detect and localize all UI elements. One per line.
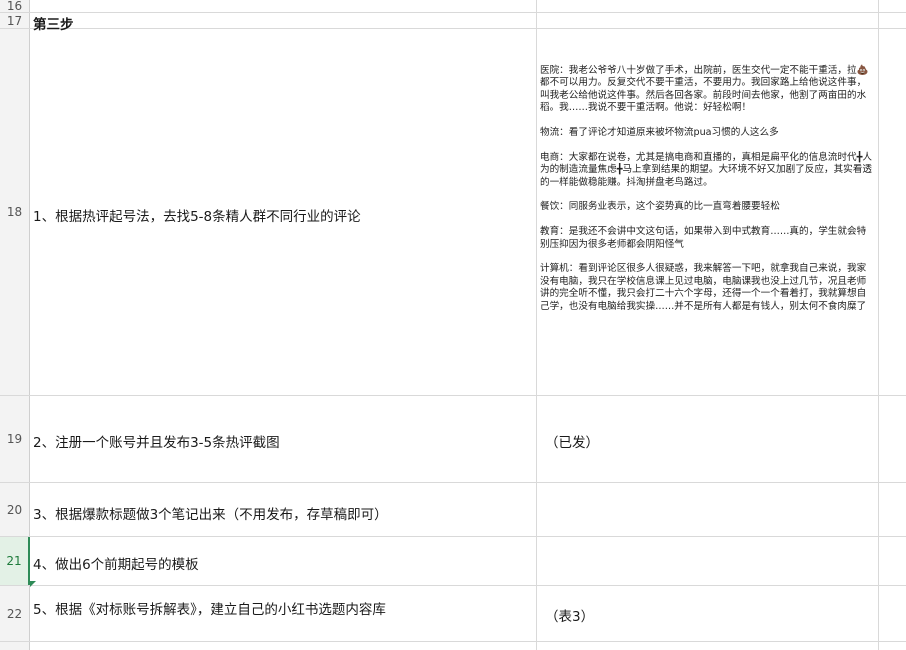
cell-b18[interactable]: 医院：我老公爷爷八十岁做了手术，出院前，医生交代一定不能干重活，拉💩都不可以用力… <box>537 29 879 395</box>
comment-computer: 计算机：看到评论区很多人很疑惑，我来解答一下吧，就拿我自己来说，我家没有电脑，我… <box>540 263 867 312</box>
cell-c17[interactable] <box>879 13 906 28</box>
cell-c22[interactable] <box>879 586 906 641</box>
task-text: 5、根据《对标账号拆解表》，建立自己的小红书选题内容库 <box>33 602 386 618</box>
sheet-row-21: 21 4、做出6个前期起号的模板 <box>0 537 906 586</box>
row-number: 22 <box>6 606 23 621</box>
row-header-17[interactable]: 17 <box>0 13 30 28</box>
cell-c19[interactable] <box>879 396 906 482</box>
cell-b21[interactable] <box>537 537 879 585</box>
table-reference: （表3） <box>545 609 595 625</box>
cell-c18[interactable] <box>879 29 906 395</box>
comment-catering: 餐饮：同服务业表示，这个姿势真的比一直弯着腰要轻松 <box>540 201 780 213</box>
cell-c16[interactable] <box>879 0 906 12</box>
cell-b16[interactable] <box>537 0 879 12</box>
row-header-23[interactable] <box>0 642 30 650</box>
comment-hospital: 医院：我老公爷爷八十岁做了手术，出院前，医生交代一定不能干重活，拉💩都不可以用力… <box>540 65 869 114</box>
cell-c21[interactable] <box>879 537 906 585</box>
task-text: 1、根据热评起号法，去找5-8条精人群不同行业的评论 <box>33 209 361 225</box>
row-number: 21 <box>6 554 22 568</box>
industry-comments: 医院：我老公爷爷八十岁做了手术，出院前，医生交代一定不能干重活，拉💩都不可以用力… <box>540 65 874 325</box>
cell-a17[interactable]: 第三步 <box>30 13 537 33</box>
cell-a23[interactable] <box>30 642 537 650</box>
row-number: 18 <box>6 205 23 219</box>
cell-b19[interactable]: （已发） <box>537 396 879 482</box>
cell-c23[interactable] <box>879 642 906 650</box>
cell-a22[interactable]: 5、根据《对标账号拆解表》，建立自己的小红书选题内容库 <box>30 586 537 641</box>
sheet-row-16: 16 <box>0 0 906 13</box>
cell-a21[interactable]: 4、做出6个前期起号的模板 <box>30 537 537 585</box>
task-text: 3、根据爆款标题做3个笔记出来（不用发布，存草稿即可） <box>33 507 388 523</box>
cell-b22[interactable]: （表3） <box>537 586 879 641</box>
sheet-row-19: 19 2、注册一个账号并且发布3-5条热评截图 （已发） <box>0 396 906 483</box>
comment-ecommerce: 电商：大家都在说卷，尤其是搞电商和直播的，真相是扁平化的信息流时代╋人为的制造流… <box>540 151 872 188</box>
row-header-16[interactable]: 16 <box>0 0 30 13</box>
cell-a19[interactable]: 2、注册一个账号并且发布3-5条热评截图 <box>30 396 537 482</box>
row-header-19[interactable]: 19 <box>0 396 30 482</box>
cell-b23[interactable] <box>537 642 879 650</box>
cell-a16[interactable] <box>30 0 537 12</box>
cell-b17[interactable] <box>537 13 879 28</box>
row-number: 17 <box>6 13 23 28</box>
cell-a18[interactable]: 1、根据热评起号法，去找5-8条精人群不同行业的评论 <box>30 29 537 395</box>
task-text: 4、做出6个前期起号的模板 <box>33 557 199 573</box>
row-header-18[interactable]: 18 <box>0 29 30 395</box>
sheet-row-23 <box>0 642 906 650</box>
row-number: 19 <box>6 432 23 446</box>
comment-education: 教育：是我还不会讲中文这句话，如果带入到中式教育……真的，学生就会特别压抑因为很… <box>540 226 867 250</box>
row-header-20[interactable]: 20 <box>0 483 30 536</box>
sheet-row-22: 22 5、根据《对标账号拆解表》，建立自己的小红书选题内容库 （表3） <box>0 586 906 642</box>
sheet-row-17: 17 第三步 <box>0 13 906 33</box>
row-header-21[interactable]: 21 <box>0 537 30 585</box>
row-number: 16 <box>6 0 23 13</box>
status-note: （已发） <box>545 435 599 451</box>
cell-c20[interactable] <box>879 483 906 536</box>
row-header-22[interactable]: 22 <box>0 586 30 641</box>
task-text: 2、注册一个账号并且发布3-5条热评截图 <box>33 435 280 451</box>
comment-logistics: 物流：看了评论才知道原来被坏物流pua习惯的人这么多 <box>540 127 779 139</box>
cell-a20[interactable]: 3、根据爆款标题做3个笔记出来（不用发布，存草稿即可） <box>30 483 537 536</box>
sheet-row-18: 18 1、根据热评起号法，去找5-8条精人群不同行业的评论 医院：我老公爷爷八十… <box>0 29 906 396</box>
cell-b20[interactable] <box>537 483 879 536</box>
sheet-row-20: 20 3、根据爆款标题做3个笔记出来（不用发布，存草稿即可） <box>0 483 906 537</box>
row-number: 20 <box>6 502 23 517</box>
